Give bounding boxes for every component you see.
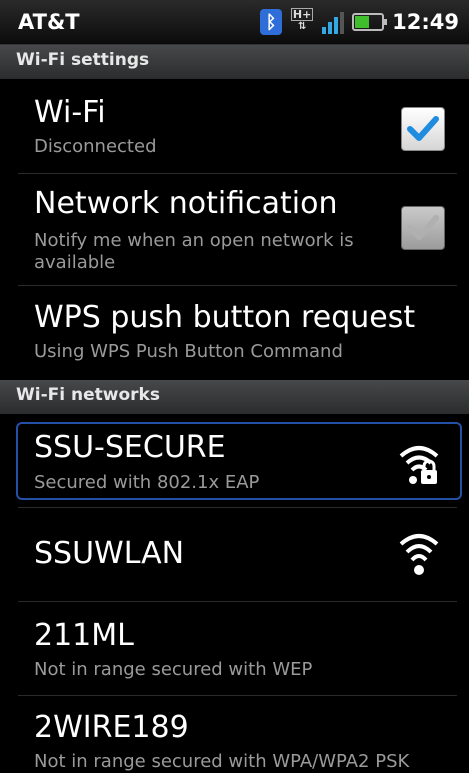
network-notification-checkbox[interactable] xyxy=(401,206,445,250)
wps-title: WPS push button request xyxy=(34,300,416,335)
wps-push-button-row[interactable]: WPS push button request Using WPS Push B… xyxy=(0,286,469,380)
network-item-211ml[interactable]: 211ML Not in range secured with WEP xyxy=(0,602,469,696)
network-ssid: 2WIRE189 xyxy=(34,710,189,745)
network-item-ssu-secure[interactable]: SSU-SECURE Secured with 802.1x EAP xyxy=(0,414,469,508)
network-ssid: SSU-SECURE xyxy=(34,430,226,465)
network-summary: Not in range secured with WPA/WPA2 PSK xyxy=(34,751,410,772)
section-header-wifi-settings: Wi-Fi settings xyxy=(0,45,469,79)
bluetooth-icon: ᛒ xyxy=(260,9,283,35)
network-notification-summary: Notify me when an open network is availa… xyxy=(34,230,354,273)
checkmark-icon xyxy=(407,215,439,240)
wifi-toggle-row[interactable]: Wi-Fi Disconnected xyxy=(0,79,469,174)
network-item-2wire189[interactable]: 2WIRE189 Not in range secured with WPA/W… xyxy=(0,696,469,772)
h-plus-data-icon: H+ ⇅ xyxy=(290,8,314,32)
wifi-checkbox[interactable] xyxy=(401,107,445,151)
wifi-lock-icon xyxy=(399,446,439,484)
network-summary: Not in range secured with WEP xyxy=(34,659,313,680)
section-header-wifi-networks: Wi-Fi networks xyxy=(0,380,469,414)
wps-summary: Using WPS Push Button Command xyxy=(34,341,343,362)
network-summary: Secured with 802.1x EAP xyxy=(34,472,260,493)
clock: 12:49 xyxy=(392,10,459,34)
network-notification-title: Network notification xyxy=(34,186,338,221)
network-ssid: 211ML xyxy=(34,618,134,653)
wifi-icon xyxy=(399,534,439,575)
network-item-ssuwlan[interactable]: SSUWLAN xyxy=(0,508,469,602)
status-bar: AT&T ᛒ H+ ⇅ 12:49 xyxy=(0,0,469,45)
signal-strength-icon xyxy=(322,10,345,34)
checkmark-icon xyxy=(407,116,439,141)
carrier-name: AT&T xyxy=(18,10,80,34)
status-icons: ᛒ H+ ⇅ 12:49 xyxy=(260,7,459,37)
wifi-title: Wi-Fi xyxy=(34,95,106,130)
network-ssid: SSUWLAN xyxy=(34,536,185,571)
wifi-summary: Disconnected xyxy=(34,136,157,157)
network-notification-row[interactable]: Network notification Notify me when an o… xyxy=(0,174,469,286)
battery-icon xyxy=(352,13,388,31)
